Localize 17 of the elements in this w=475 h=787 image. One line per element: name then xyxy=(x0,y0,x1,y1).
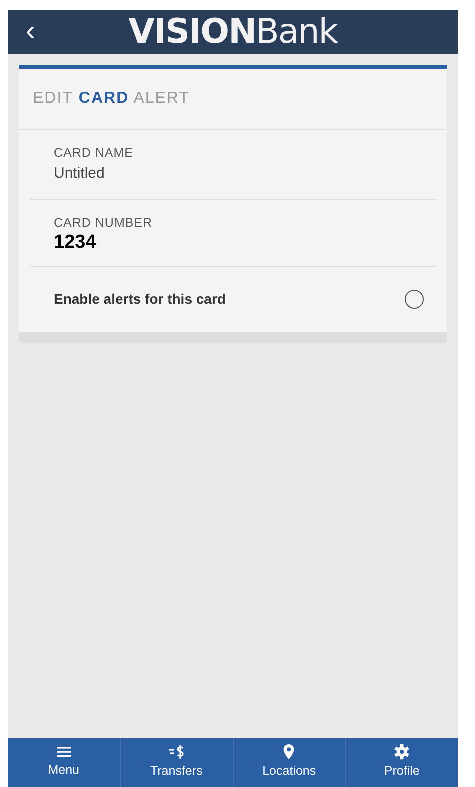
nav-tab[interactable]: Locations xyxy=(232,738,346,787)
nav-tab[interactable]: Transfers xyxy=(120,738,232,787)
card-title: EDIT CARD ALERT xyxy=(19,69,447,130)
menu-icon xyxy=(56,745,72,760)
field-value: Untitled xyxy=(54,164,106,184)
field-label: CARD NUMBER xyxy=(54,215,154,232)
brand-logo: VISIONBank xyxy=(128,15,338,49)
settings-icon xyxy=(394,744,410,760)
location-pin-icon xyxy=(283,744,296,760)
radio-toggle[interactable] xyxy=(405,290,424,309)
transfer-icon xyxy=(168,744,186,760)
back-button[interactable]: ‹ xyxy=(22,14,40,48)
field-label: CARD NAME xyxy=(54,145,135,162)
card-number-value: 1234 xyxy=(54,233,98,252)
nav-tab[interactable]: Menu xyxy=(8,738,120,787)
nav-tab[interactable]: Profile xyxy=(345,738,458,787)
toggle-label: Enable alerts for this card xyxy=(54,290,226,309)
